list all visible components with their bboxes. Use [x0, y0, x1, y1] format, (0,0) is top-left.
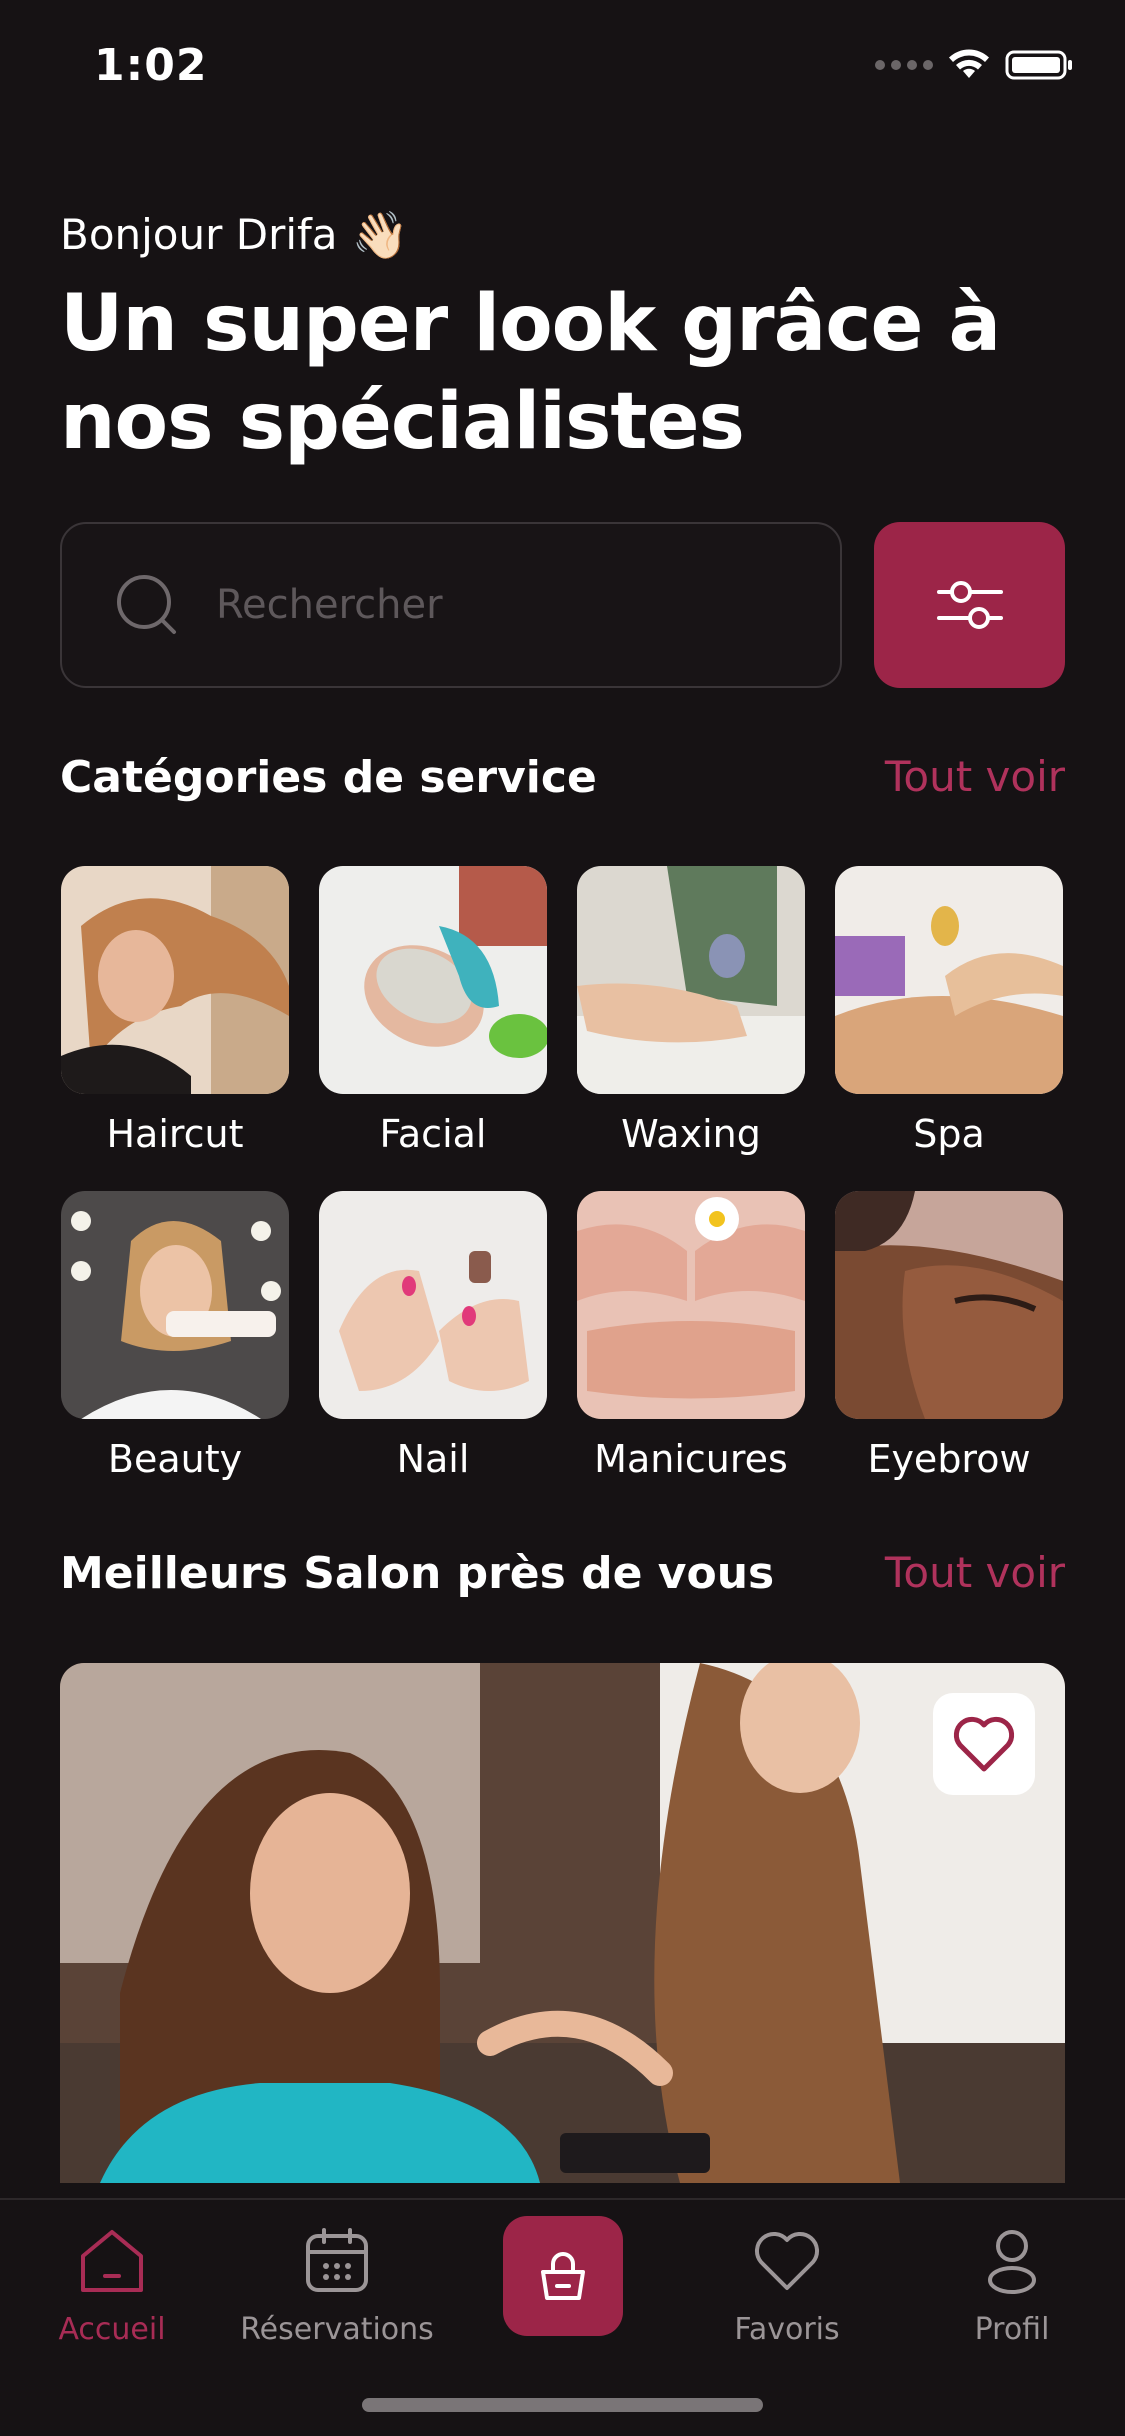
category-eyebrow[interactable]: Eyebrow: [834, 1191, 1064, 1516]
category-spa[interactable]: Spa: [834, 866, 1064, 1191]
salons-section-title: Meilleurs Salon près de vous: [60, 1548, 775, 1599]
category-label: Manicures: [594, 1437, 788, 1481]
shopping-bag-button[interactable]: [503, 2216, 623, 2336]
nail-thumbnail: [319, 1191, 547, 1419]
tab-profil[interactable]: Profil: [902, 2226, 1122, 2347]
favorite-button[interactable]: [933, 1693, 1035, 1795]
shopping-bag-icon: [541, 2252, 585, 2300]
spa-thumbnail: [835, 866, 1063, 1094]
category-beauty[interactable]: Beauty: [60, 1191, 290, 1516]
user-icon: [988, 2230, 1036, 2294]
salon-photo: [60, 1663, 1065, 2183]
category-facial[interactable]: Facial: [318, 866, 548, 1191]
heart-icon: [755, 2232, 819, 2290]
category-haircut[interactable]: Haircut: [60, 866, 290, 1191]
category-label: Waxing: [621, 1112, 761, 1156]
facial-thumbnail: [319, 866, 547, 1094]
category-label: Nail: [396, 1437, 470, 1481]
category-label: Facial: [379, 1112, 487, 1156]
calendar-icon: [306, 2228, 368, 2292]
home-indicator: [362, 2398, 763, 2412]
search-bar[interactable]: [60, 522, 842, 688]
battery-icon: [1005, 50, 1072, 80]
tab-favoris[interactable]: Favoris: [677, 2226, 897, 2347]
tab-label: Accueil: [58, 2312, 166, 2347]
tab-reservations[interactable]: Réservations: [227, 2226, 447, 2347]
category-waxing[interactable]: Waxing: [576, 866, 806, 1191]
search-input[interactable]: [216, 582, 776, 628]
haircut-thumbnail: [61, 866, 289, 1094]
status-bar: 1:02: [0, 0, 1125, 140]
waving-hand-icon: 👋🏻: [351, 207, 409, 262]
category-manicures[interactable]: Manicures: [576, 1191, 806, 1516]
tab-label: Profil: [974, 2312, 1050, 2347]
home-icon: [81, 2230, 143, 2292]
category-nail[interactable]: Nail: [318, 1191, 548, 1516]
category-label: Haircut: [106, 1112, 244, 1156]
greeting-text: Bonjour Drifa: [60, 210, 338, 259]
waxing-thumbnail: [577, 866, 805, 1094]
category-label: Eyebrow: [867, 1437, 1031, 1481]
salons-see-all-link[interactable]: Tout voir: [885, 1548, 1065, 1597]
category-label: Spa: [913, 1112, 985, 1156]
filter-button[interactable]: [874, 522, 1065, 688]
tab-accueil[interactable]: Accueil: [2, 2226, 222, 2347]
wifi-icon: [949, 49, 989, 78]
categories-grid: Haircut Facial Waxing Spa Beauty Nail Ma…: [60, 866, 1065, 1516]
home-screen: 1:02 Bonjour Drifa 👋🏻 Un super look grâc…: [0, 0, 1125, 2436]
salon-card[interactable]: [60, 1663, 1065, 2183]
page-title: Un super look grâce à nos spécialistes: [60, 279, 1001, 467]
greeting: Bonjour Drifa 👋🏻: [60, 210, 409, 259]
heart-icon: [953, 1716, 1015, 1772]
sliders-icon: [936, 581, 1003, 629]
search-icon: [117, 575, 176, 634]
beauty-thumbnail: [61, 1191, 289, 1419]
tab-label: Favoris: [734, 2312, 840, 2347]
signal-icon: [875, 60, 933, 70]
tab-label: Réservations: [240, 2312, 434, 2347]
category-label: Beauty: [107, 1437, 243, 1481]
categories-section-title: Catégories de service: [60, 752, 597, 803]
manicures-thumbnail: [577, 1191, 805, 1419]
status-icons: [875, 48, 1075, 82]
eyebrow-thumbnail: [835, 1191, 1063, 1419]
categories-see-all-link[interactable]: Tout voir: [885, 752, 1065, 801]
status-time: 1:02: [94, 40, 208, 91]
